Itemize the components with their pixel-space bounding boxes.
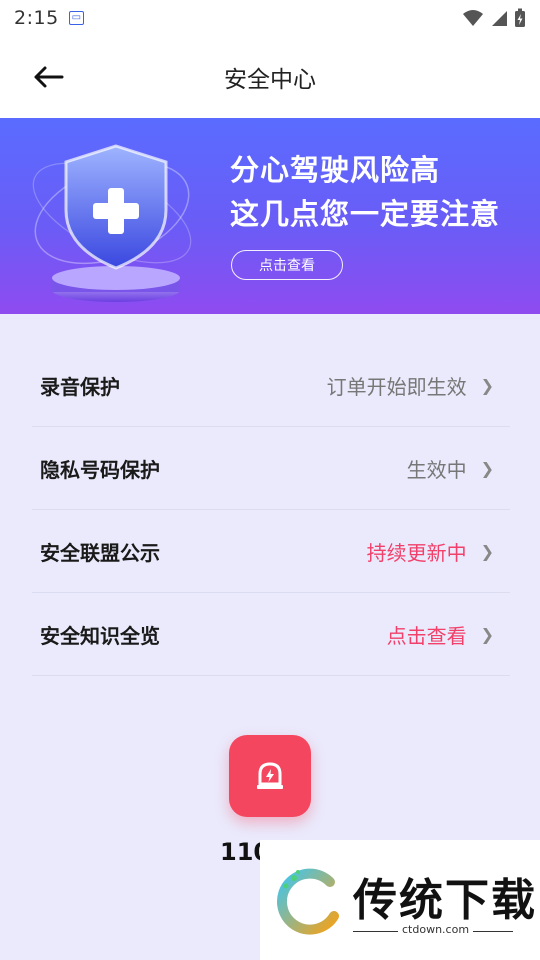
emergency-call-button[interactable] — [229, 735, 311, 817]
alarm-siren-icon — [257, 762, 283, 789]
list-item-label: 安全联盟公示 — [40, 540, 160, 565]
status-bar: 2:15 ▭ — [0, 0, 540, 36]
list-item-recording[interactable]: 录音保护 订单开始即生效 ❯ — [32, 344, 510, 427]
list-item-value: 订单开始即生效 — [326, 374, 467, 399]
signal-icon — [492, 11, 507, 26]
safety-list: 录音保护 订单开始即生效 ❯ 隐私号码保护 生效中 ❯ 安全联盟公示 持续更新中… — [32, 344, 510, 676]
watermark-logo-icon — [277, 868, 339, 935]
back-button[interactable] — [28, 60, 68, 94]
list-item-label: 录音保护 — [40, 374, 120, 399]
banner-headline-line1: 分心驾驶风险高 — [230, 153, 441, 187]
banner-cta-button[interactable]: 点击查看 — [231, 250, 343, 280]
shield-plus-icon — [32, 144, 192, 302]
list-item-safety-knowledge[interactable]: 安全知识全览 点击查看 ❯ — [32, 593, 510, 676]
nav-bar: 安全中心 — [0, 36, 540, 118]
chevron-right-icon: ❯ — [480, 541, 494, 561]
back-arrow-icon — [34, 66, 64, 88]
watermark-overlay: 传统下载 ctdown.com — [260, 840, 540, 960]
chevron-right-icon: ❯ — [480, 375, 494, 395]
list-item-label: 隐私号码保护 — [40, 457, 160, 482]
list-item-privacy-number[interactable]: 隐私号码保护 生效中 ❯ — [32, 427, 510, 510]
list-item-label: 安全知识全览 — [40, 623, 160, 648]
chevron-right-icon: ❯ — [480, 458, 494, 478]
list-item-value: 点击查看 — [386, 623, 467, 648]
wifi-icon — [463, 10, 483, 26]
status-left: 2:15 ▭ — [14, 7, 85, 29]
list-item-value: 生效中 — [406, 457, 467, 482]
banner-headline: 分心驾驶风险高 这几点您一定要注意 — [230, 148, 500, 236]
page-title: 安全中心 — [224, 67, 316, 93]
battery-icon — [515, 8, 525, 27]
chevron-right-icon: ❯ — [480, 624, 494, 644]
status-time: 2:15 — [14, 7, 59, 29]
notification-icon: ▭ — [68, 11, 85, 25]
status-right — [462, 8, 526, 28]
list-item-safety-alliance[interactable]: 安全联盟公示 持续更新中 ❯ — [32, 510, 510, 593]
watermark-text: 传统下载 — [353, 875, 537, 926]
safety-banner[interactable]: 分心驾驶风险高 这几点您一定要注意 点击查看 — [0, 118, 540, 314]
watermark-url: ctdown.com — [398, 923, 474, 936]
list-item-value: 持续更新中 — [366, 540, 467, 565]
banner-headline-line2: 这几点您一定要注意 — [230, 197, 501, 231]
